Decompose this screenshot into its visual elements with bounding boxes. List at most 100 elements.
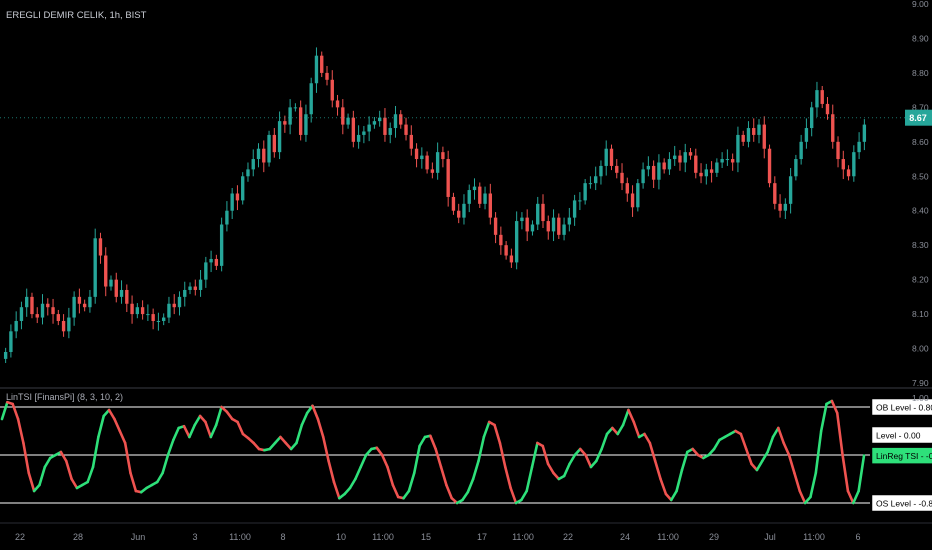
candle bbox=[146, 304, 150, 321]
candle-body bbox=[636, 183, 640, 208]
tsi-segment bbox=[482, 420, 491, 439]
tsi-segment bbox=[129, 471, 138, 493]
candle-body bbox=[704, 169, 709, 177]
candle-body bbox=[356, 134, 361, 142]
candle bbox=[288, 99, 292, 135]
candle bbox=[35, 307, 39, 324]
candle bbox=[204, 256, 208, 288]
time-tick-label: 11:00 bbox=[372, 532, 394, 542]
tsi-segment bbox=[643, 432, 652, 445]
candle bbox=[688, 148, 693, 160]
candle bbox=[804, 118, 809, 149]
candle-body bbox=[219, 224, 224, 266]
tsi-segment bbox=[321, 435, 330, 463]
candle-body bbox=[167, 303, 171, 318]
candle bbox=[30, 292, 34, 319]
candle-body bbox=[804, 128, 809, 142]
candle-body bbox=[277, 121, 282, 153]
tsi-segment bbox=[675, 468, 684, 493]
candle-body bbox=[752, 128, 756, 135]
candle bbox=[383, 108, 387, 142]
candle-body bbox=[715, 162, 719, 173]
tsi-segment bbox=[375, 446, 384, 457]
tsi-segment bbox=[354, 465, 363, 481]
price-tick-label: 8.10 bbox=[912, 309, 929, 319]
candle bbox=[309, 77, 313, 123]
time-tick-label: 10 bbox=[336, 532, 346, 542]
tsi-segment bbox=[798, 489, 807, 505]
candle-body bbox=[604, 148, 608, 166]
candle bbox=[557, 213, 561, 239]
candle-body bbox=[288, 107, 292, 125]
indicator-pane[interactable]: OB Level - 0.80 Level - 0.00 LinReg TSI - … bbox=[0, 398, 932, 512]
candle bbox=[430, 162, 435, 179]
candle-body bbox=[309, 83, 313, 115]
candle bbox=[320, 51, 324, 78]
time-tick-label: 11:00 bbox=[803, 532, 825, 542]
candle bbox=[683, 143, 687, 173]
tsi-segment bbox=[418, 435, 427, 448]
candle-body bbox=[109, 279, 113, 287]
candle-body bbox=[262, 148, 266, 163]
candle bbox=[230, 187, 234, 219]
candle bbox=[857, 132, 861, 160]
time-tick-label: 11:00 bbox=[229, 532, 251, 542]
price-axis[interactable]: 9.008.908.808.708.608.508.408.308.208.10… bbox=[905, 0, 932, 403]
candle-body bbox=[93, 238, 97, 297]
candle-body bbox=[140, 307, 145, 315]
candle bbox=[673, 145, 677, 166]
candle-body bbox=[841, 159, 845, 170]
price-tick-label: 8.20 bbox=[912, 275, 929, 285]
candle-body bbox=[151, 314, 155, 321]
candle bbox=[504, 241, 508, 260]
tsi-segment bbox=[648, 441, 657, 463]
candle-body bbox=[320, 55, 324, 73]
tsi-segment bbox=[107, 408, 116, 421]
price-tick-label: 8.00 bbox=[912, 344, 929, 354]
last-price-label: 8.67 bbox=[909, 113, 927, 123]
candle bbox=[773, 176, 777, 210]
candle-body bbox=[472, 186, 477, 191]
candlestick-series bbox=[0, 47, 905, 364]
candle bbox=[351, 110, 356, 148]
candle bbox=[472, 178, 477, 200]
candle bbox=[272, 128, 277, 158]
tsi-segment bbox=[402, 489, 411, 500]
candle bbox=[762, 116, 766, 159]
candle-body bbox=[383, 117, 387, 135]
candle-body bbox=[673, 155, 677, 160]
candle bbox=[572, 194, 577, 226]
candle-body bbox=[499, 234, 503, 246]
candle-body bbox=[330, 79, 334, 101]
time-tick-label: 17 bbox=[477, 532, 487, 542]
candle-body bbox=[862, 124, 867, 142]
candle-body bbox=[393, 114, 398, 129]
chart-canvas[interactable]: OB Level - 0.80 Level - 0.00 LinReg TSI - … bbox=[0, 0, 932, 550]
tsi-segment bbox=[311, 404, 320, 421]
candle bbox=[283, 115, 287, 133]
candle bbox=[583, 179, 587, 205]
candle-body bbox=[446, 159, 450, 197]
tsi-segment bbox=[359, 453, 368, 469]
candle bbox=[435, 142, 440, 180]
candle-body bbox=[430, 169, 435, 173]
tsi-value-label: LinReg TSI - -0.01 bbox=[876, 451, 932, 461]
candle bbox=[420, 147, 424, 169]
candle bbox=[825, 97, 830, 120]
time-axis[interactable]: 22 28 Jun 3 11:00 8 10 11:00 15 17 11:00 22 24 11:00 2… bbox=[0, 522, 932, 542]
candle bbox=[40, 294, 45, 325]
candle bbox=[841, 150, 845, 180]
tsi-segment bbox=[16, 417, 25, 445]
tsi-segment bbox=[182, 424, 191, 439]
candle-body bbox=[193, 286, 197, 290]
tsi-segment bbox=[118, 429, 127, 445]
tsi-segment bbox=[846, 489, 855, 505]
tsi-segment bbox=[793, 471, 802, 493]
candle-body bbox=[425, 155, 429, 170]
candle bbox=[56, 309, 61, 326]
candle-body bbox=[325, 72, 329, 80]
candle bbox=[852, 145, 856, 182]
tsi-segment bbox=[43, 456, 52, 469]
candle bbox=[335, 94, 340, 116]
tsi-segment bbox=[809, 471, 818, 499]
